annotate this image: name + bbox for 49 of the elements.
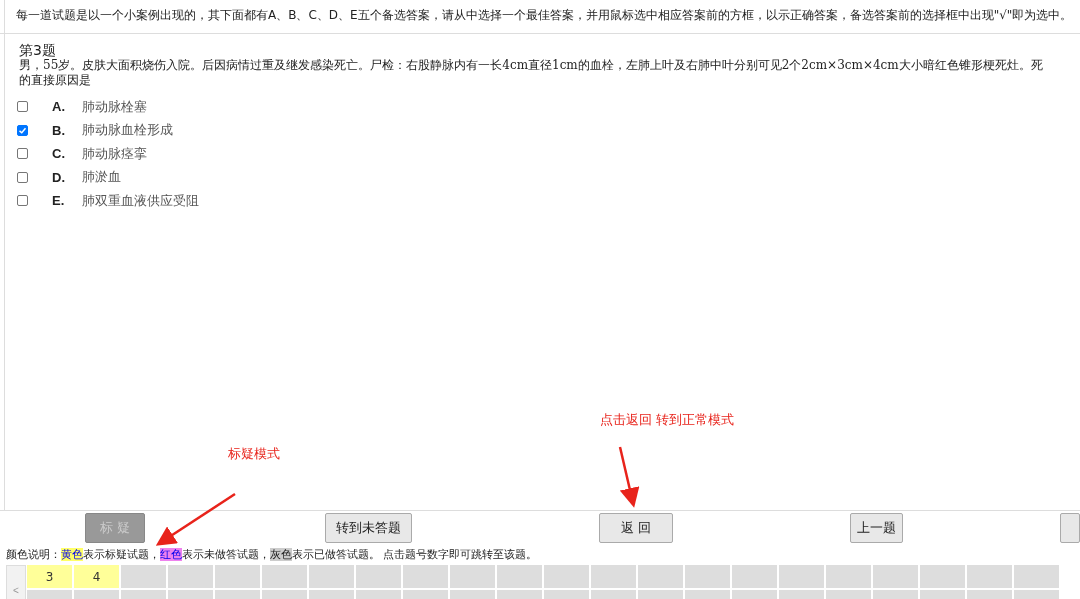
option-letter: B. bbox=[52, 122, 66, 138]
question-cell[interactable] bbox=[826, 565, 871, 588]
question-text: 男，55岁。皮肤大面积烧伤入院。后因病情过重及继发感染死亡。尸检：右股静脉内有一长4cm直径1cm的血栓，左肺上叶及右肺中叶分别可见2个2cm×3cm×4cm大小暗红色锥形梗死灶。死 bbox=[19, 58, 1044, 73]
question-cell[interactable] bbox=[544, 565, 589, 588]
toolbar-button[interactable]: 上一题 bbox=[849, 512, 904, 543]
question-number: 第3题 bbox=[19, 42, 57, 58]
option-letter: A. bbox=[52, 99, 66, 115]
question-cell[interactable] bbox=[1014, 565, 1059, 588]
option-letter: D. bbox=[52, 169, 66, 185]
option-letter: E. bbox=[52, 193, 66, 209]
question-text: 的直接原因是 bbox=[19, 73, 92, 88]
question-cell[interactable] bbox=[215, 565, 260, 588]
option-checkbox[interactable] bbox=[17, 195, 28, 207]
option-text: 肺动脉痉挛 bbox=[82, 144, 147, 163]
option-checkbox[interactable] bbox=[17, 124, 28, 136]
question-cell[interactable] bbox=[732, 565, 777, 588]
annotation-text: 点击返回 转到正常模式 bbox=[600, 411, 735, 429]
question-cell[interactable] bbox=[685, 565, 730, 588]
question-cell[interactable] bbox=[497, 565, 542, 588]
question-number-cell[interactable]: 3 bbox=[27, 565, 72, 588]
partial-button[interactable] bbox=[1060, 512, 1080, 543]
question-number-cell[interactable]: 4 bbox=[74, 565, 119, 588]
instruction-text: 每一道试题是以一个小案例出现的，其下面都有A、B、C、D、E五个备选答案，请从中选择一个最佳答案，并用鼠标选中相应答案前的方框，以示正确答案，备选答案前的选择框中出现"√"即为选中。 bbox=[16, 7, 1074, 24]
question-cell[interactable] bbox=[403, 565, 448, 588]
question-cell[interactable] bbox=[168, 565, 213, 588]
option-text: 肺淤血 bbox=[82, 168, 121, 187]
question-cell[interactable] bbox=[779, 565, 824, 588]
option-letter: C. bbox=[52, 146, 66, 162]
option-checkbox[interactable] bbox=[17, 148, 28, 160]
toolbar-button[interactable]: 转到未答题 bbox=[325, 512, 412, 543]
question-cell[interactable] bbox=[873, 565, 918, 588]
question-cell[interactable] bbox=[356, 565, 401, 588]
question-cell[interactable] bbox=[967, 565, 1012, 588]
question-cell[interactable] bbox=[920, 565, 965, 588]
annotation-arrow bbox=[618, 446, 640, 508]
option-text: 肺动脉血栓形成 bbox=[82, 121, 173, 140]
question-cell[interactable] bbox=[309, 565, 354, 588]
color-legend-text: 颜色说明：黄色表示标疑试题，红色表示未做答试题，灰色表示已做答试题。 点击题号数字即可跳转至该题。 bbox=[5, 547, 539, 562]
question-cell[interactable] bbox=[450, 565, 495, 588]
option-text: 肺双重血液供应受阻 bbox=[82, 191, 199, 210]
annotation-text: 标疑模式 bbox=[228, 445, 280, 463]
question-cell[interactable] bbox=[591, 565, 636, 588]
toolbar-button[interactable]: 返 回 bbox=[598, 512, 673, 543]
option-text: 肺动脉栓塞 bbox=[82, 97, 147, 116]
question-cell[interactable] bbox=[262, 565, 307, 588]
question-cell[interactable] bbox=[121, 565, 166, 588]
option-checkbox[interactable] bbox=[17, 171, 28, 183]
question-cell[interactable] bbox=[638, 565, 683, 588]
option-checkbox[interactable] bbox=[17, 101, 28, 113]
